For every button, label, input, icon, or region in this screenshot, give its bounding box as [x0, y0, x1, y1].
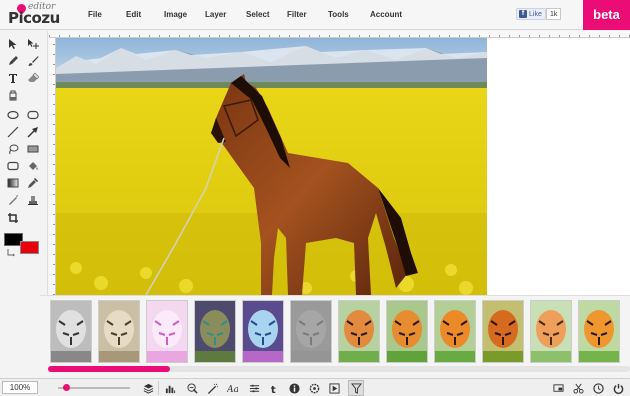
- menu-image[interactable]: Image: [154, 0, 195, 30]
- vertical-ruler: [49, 38, 56, 295]
- filter-thumb-pink-tint[interactable]: [146, 300, 188, 363]
- filter-thumb-blue-glow[interactable]: [242, 300, 284, 363]
- zoom-level-field[interactable]: 100%: [2, 381, 38, 394]
- play-icon[interactable]: [326, 380, 342, 396]
- gradient-icon[interactable]: [6, 176, 20, 190]
- canvas-image[interactable]: [56, 38, 487, 295]
- menu-file[interactable]: File: [78, 0, 116, 30]
- line-icon[interactable]: [6, 125, 20, 139]
- menu-account[interactable]: Account: [360, 0, 415, 30]
- twitter-icon[interactable]: t: [266, 380, 282, 396]
- menu-select[interactable]: Select: [236, 0, 277, 30]
- effects-icon[interactable]: [204, 380, 220, 396]
- filter-thumb-grayscale[interactable]: [50, 300, 92, 363]
- filter-thumb-bright[interactable]: [578, 300, 620, 363]
- filter-thumb-sepia[interactable]: [98, 300, 140, 363]
- text-icon[interactable]: [6, 71, 20, 85]
- pointer-icon[interactable]: [6, 37, 20, 51]
- filter-thumb-psychedelic[interactable]: [194, 300, 236, 363]
- paint-bucket-icon[interactable]: [6, 88, 20, 102]
- background-color-swatch[interactable]: [20, 241, 39, 254]
- picozu-editor: editor Picozu File Edit Image Layer Sele…: [0, 0, 630, 396]
- stamp-icon[interactable]: [26, 193, 40, 207]
- pencil-icon[interactable]: [6, 54, 20, 68]
- filter-thumb-soft-fade[interactable]: [530, 300, 572, 363]
- filter-thumb-vintage-3[interactable]: [434, 300, 476, 363]
- filter-thumb-emboss[interactable]: [290, 300, 332, 363]
- filter-scrollbar-thumb[interactable]: [48, 366, 170, 372]
- menu-edit[interactable]: Edit: [116, 0, 154, 30]
- menu-tools[interactable]: Tools: [318, 0, 360, 30]
- top-bar: editor Picozu File Edit Image Layer Sele…: [0, 0, 630, 30]
- swap-colors-icon[interactable]: [6, 247, 16, 257]
- horizontal-ruler: [49, 31, 630, 38]
- scissors-icon[interactable]: [570, 380, 586, 396]
- filter-thumb-warm[interactable]: [482, 300, 524, 363]
- font-icon[interactable]: Aa: [224, 380, 240, 396]
- lasso-icon[interactable]: [6, 142, 20, 156]
- main-menu: File Edit Image Layer Select Filter Tool…: [78, 0, 415, 30]
- adjust-icon[interactable]: [184, 380, 200, 396]
- eyedropper-icon[interactable]: [26, 176, 40, 190]
- menu-layer[interactable]: Layer: [195, 0, 236, 30]
- logo-title: Picozu: [8, 9, 60, 27]
- rectangle-icon[interactable]: [26, 142, 40, 156]
- filter-icon[interactable]: [348, 380, 364, 396]
- beta-badge: beta: [583, 0, 630, 30]
- eraser-icon[interactable]: [26, 71, 40, 85]
- zoom-slider-knob[interactable]: [63, 384, 70, 391]
- menu-filter[interactable]: Filter: [277, 0, 318, 30]
- layers-icon[interactable]: [140, 380, 156, 396]
- facebook-like-label: Like: [529, 10, 542, 18]
- facebook-icon: f: [519, 10, 527, 18]
- status-bar: 100% Aa t: [0, 378, 630, 396]
- canvas-workspace[interactable]: [56, 38, 630, 295]
- filter-thumb-vintage-1[interactable]: [338, 300, 380, 363]
- filter-presets: [40, 295, 630, 375]
- move-icon[interactable]: [26, 37, 40, 51]
- histogram-icon[interactable]: [162, 380, 178, 396]
- picozu-logo[interactable]: editor Picozu: [6, 1, 66, 29]
- ellipse-icon[interactable]: [6, 108, 20, 122]
- svg-text:Aa: Aa: [227, 384, 238, 394]
- filter-thumb-vintage-2[interactable]: [386, 300, 428, 363]
- info-icon[interactable]: [286, 380, 302, 396]
- fill-icon[interactable]: [26, 159, 40, 173]
- history-icon[interactable]: [590, 380, 606, 396]
- facebook-like-button[interactable]: f Like: [516, 8, 546, 20]
- facebook-like-count: 1k: [546, 8, 562, 20]
- rounded-rectangle-icon[interactable]: [6, 159, 20, 173]
- svg-text:t: t: [270, 385, 275, 394]
- toolbar-divider: [158, 381, 159, 395]
- sliders-icon[interactable]: [246, 380, 262, 396]
- power-icon[interactable]: [610, 380, 626, 396]
- brush-icon[interactable]: [26, 54, 40, 68]
- rounded-rect-icon[interactable]: [26, 108, 40, 122]
- settings-icon[interactable]: [306, 380, 322, 396]
- crop-icon[interactable]: [6, 211, 20, 225]
- smudge-icon[interactable]: [6, 193, 20, 207]
- arrow-icon[interactable]: [26, 125, 40, 139]
- screen-icon[interactable]: [550, 380, 566, 396]
